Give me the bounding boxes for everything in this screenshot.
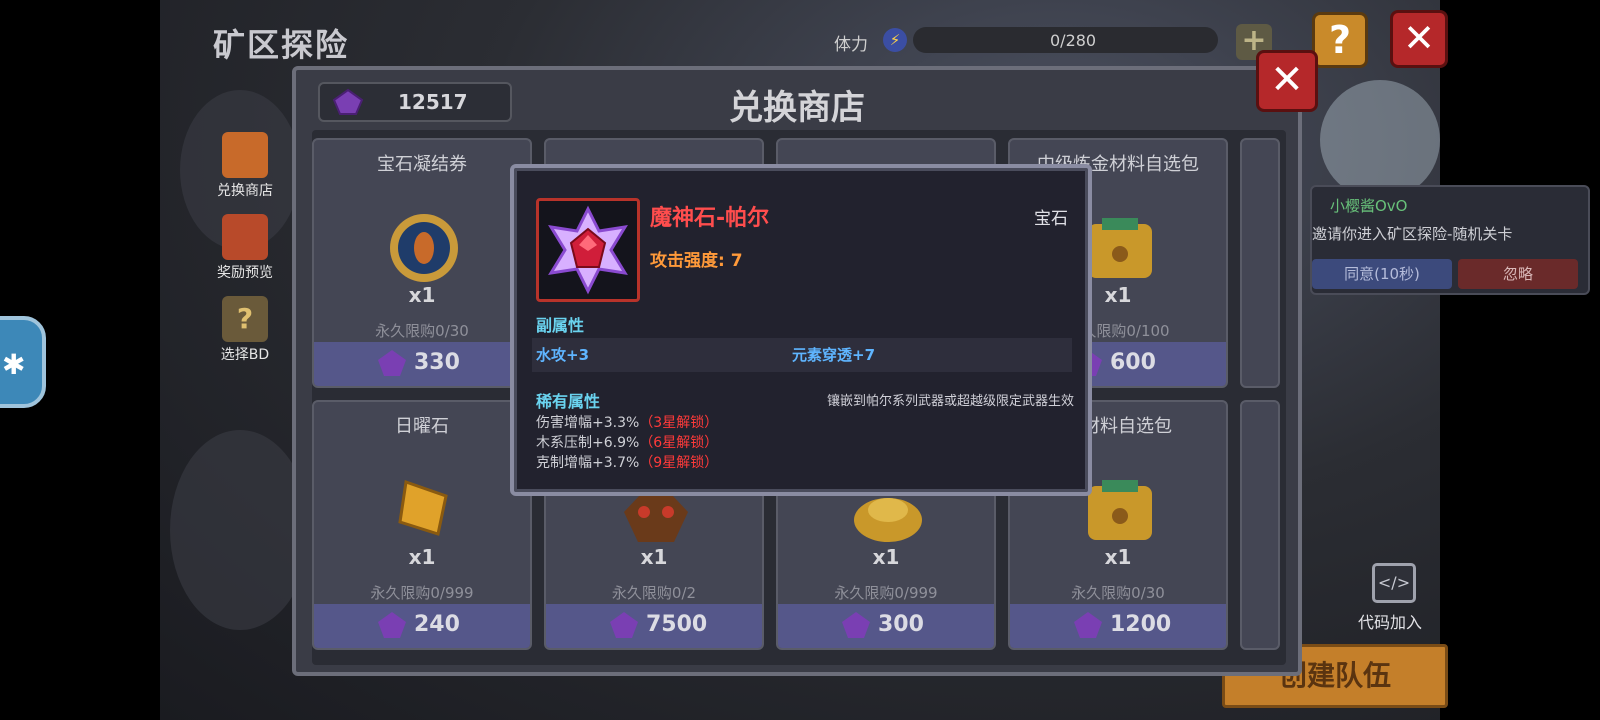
- rare-attributes-note: 镶嵌到帕尔系列武器或超越级限定武器生效: [826, 394, 1074, 409]
- side-item-label: 奖励预览: [217, 265, 273, 281]
- gold-chest-icon: [1088, 480, 1152, 540]
- sub-attribute: 水攻+3: [536, 346, 590, 364]
- item-name: 日曜石: [395, 416, 449, 437]
- item-quantity: x1: [1104, 545, 1132, 569]
- item-quantity: x1: [872, 545, 900, 569]
- item-icon-frame: [536, 198, 640, 302]
- gold-chest-icon: [1088, 218, 1152, 278]
- purple-gem-icon: [610, 612, 638, 638]
- item-name: 宝石凝结券: [377, 154, 467, 175]
- item-name: 魔神石-帕尔: [650, 206, 770, 231]
- item-price[interactable]: 1200: [1010, 604, 1226, 648]
- team-invite-panel: 小樱酱OvO 邀请你进入矿区探险-随机关卡 同意(10秒) 忽略: [1310, 185, 1590, 295]
- rare-attribute: 伤害增幅+3.3%（3星解锁）: [536, 412, 718, 432]
- item-purchase-limit: 永久限购0/2: [611, 584, 697, 602]
- code-join-label[interactable]: 代码加入: [1358, 609, 1422, 633]
- item-purchase-limit: 永久限购0/999: [834, 584, 938, 602]
- shop-title: 兑换商店: [729, 88, 865, 128]
- rare-attribute: 木系压制+6.9%（6星解锁）: [536, 432, 718, 452]
- item-purchase-limit: 永久限购0/30: [375, 322, 469, 340]
- side-item-label: 兑换商店: [217, 183, 273, 199]
- help-button[interactable]: ?: [1312, 12, 1368, 68]
- item-quantity: x1: [408, 283, 436, 307]
- page-title: 矿区探险: [213, 26, 350, 64]
- unlock-requirement: （3星解锁）: [639, 415, 719, 431]
- item-price-value: 300: [878, 612, 924, 637]
- rare-attribute-text: 木系压制+6.9%: [536, 435, 640, 451]
- item-purchase-limit: 永久限购0/30: [1071, 584, 1165, 602]
- item-price-value: 7500: [646, 612, 708, 637]
- rare-attribute: 克制增幅+3.7%（9星解锁）: [536, 452, 718, 472]
- attack-stat: 攻击强度: 7: [650, 251, 743, 271]
- rare-attributes-title: 稀有属性: [536, 392, 601, 411]
- item-quantity: x1: [640, 545, 668, 569]
- sun-stone-icon: [398, 479, 448, 536]
- item-detail-popup: 魔神石-帕尔 宝石 攻击强度: 7 副属性 水攻+3 元素穿透+7 稀有属性 镶…: [510, 164, 1092, 496]
- purple-gem-icon: [378, 350, 406, 376]
- side-item-label: 选择BD: [220, 347, 270, 363]
- sub-attribute: 元素穿透+7: [792, 346, 876, 364]
- item-type: 宝石: [1034, 209, 1068, 229]
- item-purchase-limit: 永久限购0/999: [370, 584, 474, 602]
- blue-coin-icon: [390, 214, 458, 282]
- shop-item-card-partial[interactable]: [1240, 400, 1280, 650]
- item-price[interactable]: 330: [314, 342, 530, 386]
- item-price-value: 1200: [1110, 612, 1172, 637]
- purple-gem-icon: [378, 612, 406, 638]
- purple-gem-icon: [842, 612, 870, 638]
- sub-attributes-title: 副属性: [536, 316, 585, 335]
- shop-item-card-partial[interactable]: [1240, 138, 1280, 388]
- question-icon: ?: [222, 296, 268, 342]
- shop-icon: [222, 132, 268, 178]
- unlock-requirement: （9星解锁）: [639, 455, 719, 471]
- floating-assistant-button[interactable]: ✱: [0, 316, 46, 408]
- unlock-requirement: （6星解锁）: [639, 435, 719, 451]
- invite-message: 邀请你进入矿区探险-随机关卡: [1312, 225, 1513, 243]
- stamina-label: 体力: [834, 35, 868, 55]
- item-price-value: 330: [414, 350, 460, 375]
- rare-attribute-text: 克制增幅+3.7%: [536, 455, 640, 471]
- item-price[interactable]: 7500: [546, 604, 762, 648]
- stamina-value: 0/280: [1050, 31, 1097, 50]
- treasure-chest-icon: [222, 214, 268, 260]
- agree-button[interactable]: 同意(10秒): [1312, 259, 1452, 289]
- item-price-value: 240: [414, 612, 460, 637]
- ignore-button[interactable]: 忽略: [1458, 259, 1578, 289]
- side-item-reward-preview[interactable]: 奖励预览: [205, 214, 285, 282]
- sub-attributes-band: 水攻+3 元素穿透+7: [532, 338, 1072, 372]
- shop-item-card[interactable]: 宝石凝结券 x1 永久限购0/30 330: [312, 138, 532, 388]
- lightning-icon: ⚡: [883, 28, 907, 52]
- item-price-value: 600: [1110, 350, 1156, 375]
- item-price[interactable]: 240: [314, 604, 530, 648]
- code-icon[interactable]: </>: [1372, 563, 1416, 603]
- chat-icon: ✱: [2, 348, 26, 381]
- close-shop-button[interactable]: ✕: [1256, 50, 1318, 112]
- item-quantity: x1: [408, 545, 436, 569]
- close-page-button[interactable]: ✕: [1390, 10, 1448, 68]
- purple-gem-icon: [1074, 612, 1102, 638]
- red-gem-icon: [548, 205, 628, 295]
- shop-item-card[interactable]: 日曜石 x1 永久限购0/999 240: [312, 400, 532, 650]
- side-item-exchange-shop[interactable]: 兑换商店: [205, 132, 285, 200]
- rare-attribute-text: 伤害增幅+3.3%: [536, 415, 640, 431]
- side-item-select-bd[interactable]: ? 选择BD: [205, 296, 285, 364]
- invite-user: 小樱酱OvO: [1330, 197, 1408, 215]
- item-price[interactable]: 300: [778, 604, 994, 648]
